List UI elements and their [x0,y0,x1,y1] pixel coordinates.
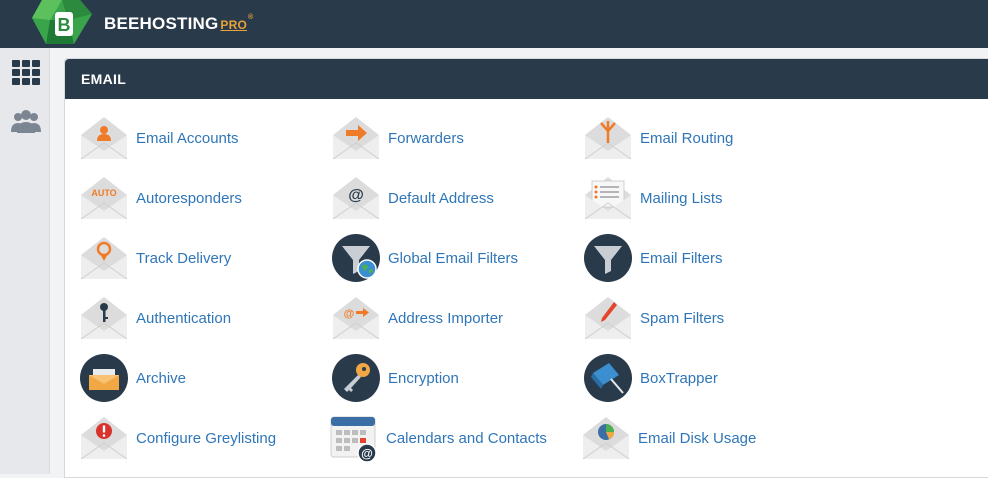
at-envelope-icon: @ [332,177,380,220]
configure-greylisting-link[interactable]: Configure Greylisting [79,412,276,464]
configure-greylisting-label: Configure Greylisting [136,429,277,447]
boxtrapper-link[interactable]: BoxTrapper [583,352,718,404]
spam-filters-link[interactable]: Spam Filters [583,292,724,344]
email-filters-label: Email Filters [640,249,723,267]
brand-name[interactable]: BEEHOSTING PRO® [104,14,253,34]
trap-icon [584,354,632,402]
default-address-label: Default Address [388,189,494,207]
svg-text:@: @ [344,308,355,320]
key-circle-icon [332,354,380,402]
svg-text:AUTO: AUTO [91,188,116,198]
key-envelope-icon [80,297,128,340]
email-disk-usage-label: Email Disk Usage [638,429,757,447]
pen-envelope-icon [584,297,632,340]
track-delivery-label: Track Delivery [136,249,232,267]
svg-text:@: @ [361,447,373,461]
globe-funnel-icon [332,234,380,282]
auto-envelope-icon: AUTO [80,177,128,220]
boxtrapper-label: BoxTrapper [640,369,718,387]
alert-envelope-icon [80,417,128,460]
user-envelope-icon [80,117,128,160]
logo-icon[interactable]: B [28,0,94,44]
brand-trademark: ® [248,14,254,21]
brand-pro: PRO [220,18,248,32]
mailing-lists-label: Mailing Lists [640,189,723,207]
archive-label: Archive [136,369,187,387]
archive-icon [80,354,128,402]
list-envelope-icon [584,177,632,220]
calendars-and-contacts-link[interactable]: @ Calendars and Contacts [329,412,547,464]
email-filters-link[interactable]: Email Filters [583,232,723,284]
email-routing-link[interactable]: Email Routing [583,112,733,164]
funnel-icon [584,234,632,282]
arrow-envelope-icon [332,117,380,160]
address-importer-link[interactable]: @ Address Importer [331,292,503,344]
top-bar: B BEEHOSTING PRO® [0,0,988,48]
calendars-and-contacts-label: Calendars and Contacts [386,429,547,447]
authentication-label: Authentication [136,309,232,327]
forwarders-link[interactable]: Forwarders [331,112,464,164]
mailing-lists-link[interactable]: Mailing Lists [583,172,723,224]
global-email-filters-link[interactable]: Global Email Filters [331,232,518,284]
autoresponders-label: Autoresponders [136,189,242,207]
address-importer-label: Address Importer [388,309,504,327]
autoresponders-link[interactable]: AUTO Autoresponders [79,172,242,224]
svg-text:@: @ [348,187,364,204]
default-address-link[interactable]: @ Default Address [331,172,494,224]
email-accounts-link[interactable]: Email Accounts [79,112,239,164]
calendar-icon: @ [330,416,377,463]
users-icon[interactable] [10,108,42,136]
forwarders-label: Forwarders [388,129,464,147]
brand-text: BEEHOSTING [104,14,219,33]
panel-title: EMAIL [65,59,988,99]
sidebar [0,48,50,474]
archive-link[interactable]: Archive [79,352,186,404]
encryption-label: Encryption [388,369,459,387]
at-arrow-envelope-icon: @ [332,297,380,340]
global-email-filters-label: Global Email Filters [388,249,519,267]
spam-filters-label: Spam Filters [640,309,725,327]
pie-envelope-icon [582,417,630,460]
pin-envelope-icon [80,237,128,280]
email-panel: EMAIL Email Accounts Forwarders Email Ro… [64,58,988,478]
encryption-link[interactable]: Encryption [331,352,459,404]
email-accounts-label: Email Accounts [136,129,239,147]
grid-icon[interactable] [10,58,42,86]
email-disk-usage-link[interactable]: Email Disk Usage [581,412,756,464]
track-delivery-link[interactable]: Track Delivery [79,232,231,284]
routing-envelope-icon [584,117,632,160]
svg-text:B: B [58,15,71,35]
authentication-link[interactable]: Authentication [79,292,231,344]
email-routing-label: Email Routing [640,129,734,147]
